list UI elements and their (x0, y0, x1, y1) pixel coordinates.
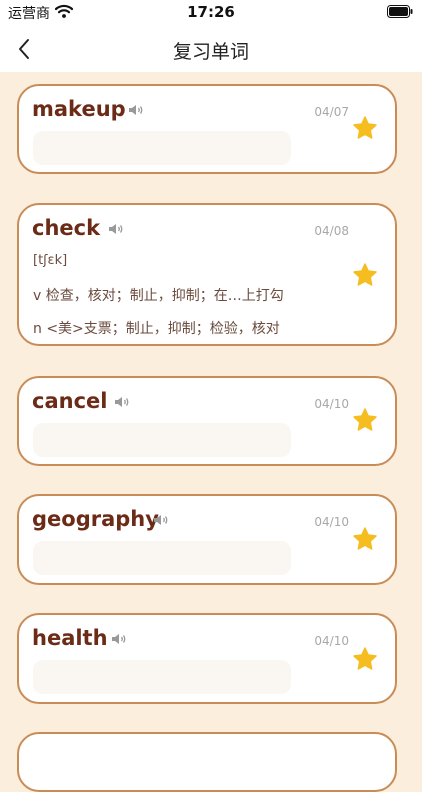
nav-bar: 复习单词 (0, 26, 422, 72)
meaning-placeholder[interactable] (33, 131, 291, 165)
word-label: health (32, 626, 108, 650)
definition-line: v 检查，核对；制止，抑制；在…上打勾 (33, 288, 284, 304)
word-card[interactable]: health 04/10 (17, 613, 397, 704)
page-title: 复习单词 (172, 41, 249, 63)
word-label: makeup (32, 97, 126, 121)
speaker-icon[interactable] (128, 103, 144, 117)
review-date: 04/10 (314, 634, 349, 648)
star-icon[interactable] (352, 646, 378, 672)
review-date: 04/10 (314, 515, 349, 529)
word-label: check (32, 216, 101, 240)
speaker-icon[interactable] (108, 222, 124, 236)
star-icon[interactable] (352, 262, 378, 288)
word-label: geography (32, 507, 159, 531)
speaker-icon[interactable] (153, 513, 169, 527)
word-card[interactable]: check 04/08 [tʃɛk] v 检查，核对；制止，抑制；在…上打勾 n… (17, 203, 397, 346)
phonetic: [tʃɛk] (33, 253, 68, 268)
review-date: 04/10 (314, 397, 349, 411)
battery-icon (387, 5, 413, 18)
speaker-icon[interactable] (114, 395, 130, 409)
word-card-partial[interactable] (17, 732, 397, 792)
word-card[interactable]: makeup 04/07 (17, 84, 397, 174)
speaker-icon[interactable] (111, 632, 127, 646)
meaning-placeholder[interactable] (33, 423, 291, 457)
review-date: 04/08 (314, 224, 349, 238)
clock: 17:26 (187, 3, 235, 21)
star-icon[interactable] (352, 526, 378, 552)
word-card[interactable]: geography 04/10 (17, 494, 397, 585)
definition-line: n <美>支票；制止，抑制；检验，核对 (33, 321, 280, 337)
word-card[interactable]: cancel 04/10 (17, 376, 397, 466)
star-icon[interactable] (352, 115, 378, 141)
meaning-placeholder[interactable] (33, 541, 291, 575)
meaning-placeholder[interactable] (33, 660, 291, 694)
review-date: 04/07 (314, 105, 349, 119)
status-bar: 运营商 17:26 (0, 0, 422, 26)
star-icon[interactable] (352, 407, 378, 433)
word-label: cancel (32, 389, 108, 413)
